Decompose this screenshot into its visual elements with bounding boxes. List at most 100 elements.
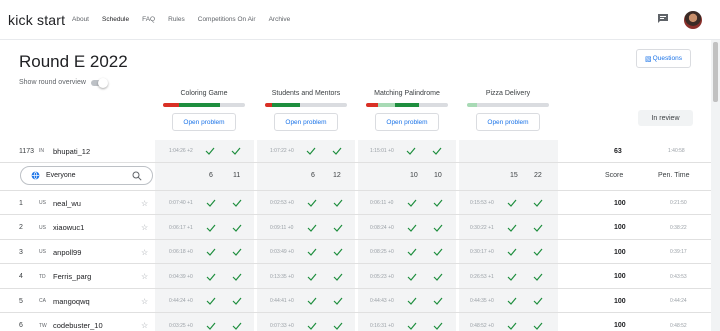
check-icon [406,139,416,163]
stats-bar-segment-green [179,103,221,107]
check-icon [232,265,242,289]
check-icon [232,240,242,264]
chat-icon[interactable] [657,13,669,25]
check-icon [307,191,317,215]
username[interactable]: bhupati_12 [53,139,90,163]
nav-link-about[interactable]: About [72,16,89,23]
check-icon [407,191,417,215]
penalty-time: 1:40:58 [668,148,685,154]
username[interactable]: xiaowuc1 [53,216,84,240]
rank: 2 [19,224,23,231]
username[interactable]: anpoll99 [53,240,81,264]
check-icon [333,265,343,289]
star-icon[interactable]: ☆ [141,216,148,240]
solved-count-small: 6 [209,172,213,179]
check-icon [307,240,317,264]
solved-count-large: 12 [333,172,341,179]
check-icon [507,314,517,331]
nav-link-rules[interactable]: Rules [168,16,185,23]
rank: 6 [19,322,23,329]
submission-time: 0:03:25 +0 [169,322,193,329]
scope-filter[interactable]: Everyone [20,166,153,185]
overview-label: Show round overview [19,79,86,86]
nav-link-faq[interactable]: FAQ [142,16,155,23]
questions-button[interactable]: ▧ Questions [636,49,691,68]
stats-bar-segment-grey [476,103,549,107]
username[interactable]: Ferris_parg [53,265,91,289]
avatar[interactable] [684,11,702,29]
submission-time: 0:09:11 +0 [270,224,294,231]
score: 100 [614,297,626,305]
check-icon [432,139,442,163]
stats-bar-segment-grey [220,103,245,107]
nav-link-competitions-on-air[interactable]: Competitions On Air [198,16,256,23]
score: 100 [614,273,626,280]
table-row: 4 TD Ferris_parg ☆ 0:04:39 +0 0:13:35 +0 0:05:… [0,265,720,289]
submission-time: 0:44:43 +0 [370,298,394,304]
check-icon [232,314,242,331]
problem-name: Students and Mentors [271,90,341,97]
check-icon [407,216,417,240]
open-problem-button[interactable]: Open problem [274,113,338,131]
submission-time: 0:48:52 +0 [470,322,494,329]
open-problem-button[interactable]: Open problem [375,113,439,131]
penalty-time: 0:38:22 [670,224,687,231]
check-icon [307,314,317,331]
score: 100 [614,248,626,256]
stats-bar-segment-red [366,103,379,107]
penalty-time: 0:21:50 [670,200,687,206]
score-header[interactable]: Score [605,172,623,179]
solved-count-large: 10 [434,172,442,179]
penalty-time: 0:44:24 [670,298,687,304]
check-icon [507,289,517,313]
round-title: Round E 2022 [19,52,128,71]
open-problem-button[interactable]: Open problem [172,113,236,131]
check-icon [433,289,443,313]
penalty-time: 0:43:53 [670,273,687,280]
scrollbar-thumb[interactable] [713,42,718,102]
submission-time: 0:07:40 +1 [169,200,193,206]
username[interactable]: neal_wu [53,191,81,215]
check-icon [433,191,443,215]
submission-time: 1:15:01 +0 [370,148,394,154]
submission-time: 0:44:41 +0 [270,298,294,304]
star-icon[interactable]: ☆ [141,191,148,215]
check-icon [507,265,517,289]
check-icon [332,139,342,163]
check-icon [533,240,543,264]
star-icon[interactable]: ☆ [141,289,148,313]
star-icon[interactable]: ☆ [141,314,148,331]
stats-bar-segment-green [271,103,301,107]
open-problem-button[interactable]: Open problem [476,113,540,131]
check-icon [433,314,443,331]
search-icon[interactable] [132,171,142,181]
submission-time: 0:16:31 +0 [370,322,394,329]
check-icon [307,265,317,289]
check-icon [232,191,242,215]
problem-stats-bar [366,103,448,107]
penalty-time-header[interactable]: Pen. Time [658,172,690,179]
check-icon [206,289,216,313]
solved-count-large: 22 [534,172,542,179]
username[interactable]: codebuster_10 [53,314,103,331]
problem-stats-bar [163,103,245,107]
overview-toggle[interactable] [90,77,108,88]
penalty-time: 0:48:52 [670,322,687,329]
check-icon [333,216,343,240]
nav-link-schedule[interactable]: Schedule [102,16,129,23]
check-icon [433,240,443,264]
nav-link-archive[interactable]: Archive [269,16,291,23]
brand-logo[interactable]: kick start [8,12,65,28]
check-icon [433,216,443,240]
check-icon [433,265,443,289]
submission-time: 0:06:17 +1 [169,224,193,231]
rank: 5 [19,297,23,305]
problem-stats-bar [467,103,549,107]
questions-label: Questions [652,55,682,62]
star-icon[interactable]: ☆ [141,265,148,289]
star-icon[interactable]: ☆ [141,240,148,264]
score: 100 [614,199,626,207]
submission-time: 0:03:49 +0 [270,249,294,255]
username[interactable]: mangoqwq [53,289,90,313]
stats-bar-segment-red [163,103,180,107]
